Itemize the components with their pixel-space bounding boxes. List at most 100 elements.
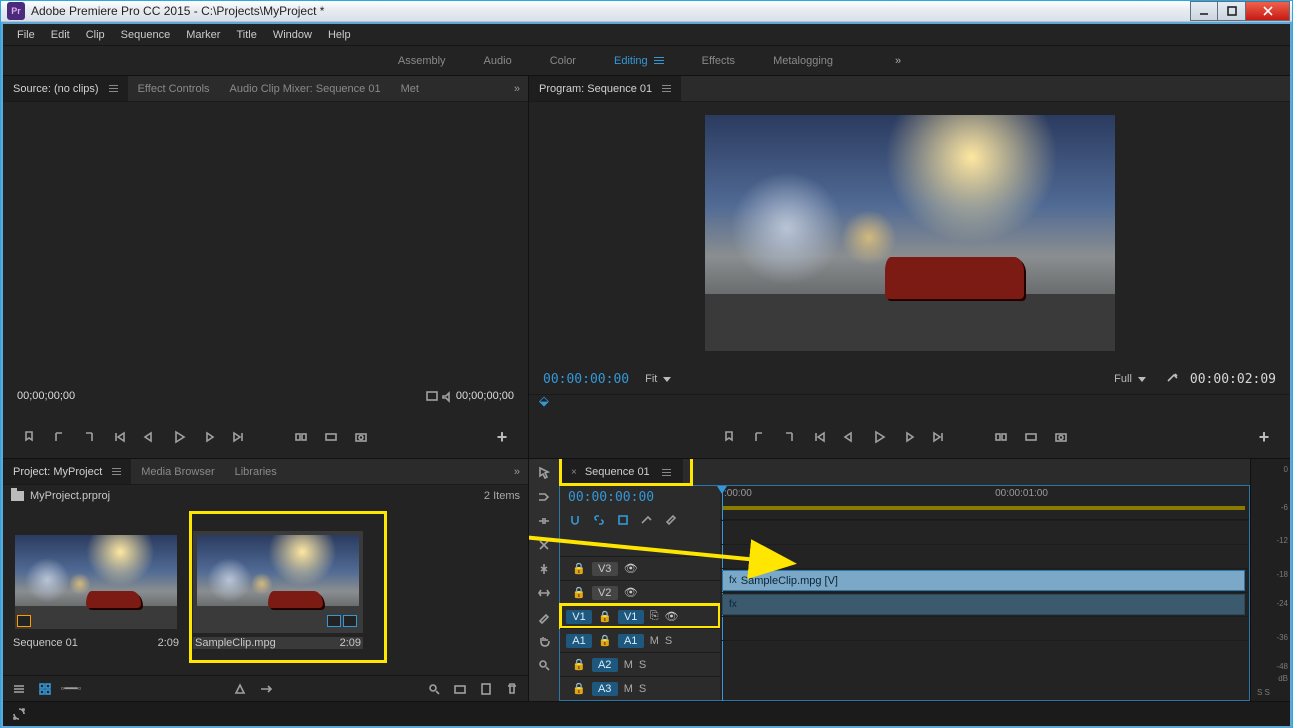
track-header-a1[interactable]: A1🔒A1MS: [560, 628, 720, 652]
mute-button[interactable]: M: [624, 659, 633, 671]
export-frame-icon[interactable]: [353, 429, 369, 445]
tab-media-browser[interactable]: Media Browser: [131, 459, 224, 484]
toggle-output-icon[interactable]: 👁: [665, 610, 679, 623]
workspace-assembly[interactable]: Assembly: [392, 51, 452, 71]
go-to-out-icon[interactable]: [231, 429, 247, 445]
track-header-a3[interactable]: 🔒A3MS: [560, 676, 720, 700]
resolution-select[interactable]: Full: [1114, 373, 1146, 385]
track-header-a2[interactable]: 🔒A2MS: [560, 652, 720, 676]
source-tc-right[interactable]: 00;00;00;00: [456, 390, 514, 402]
track-lane-a2[interactable]: [720, 616, 1249, 640]
lock-icon[interactable]: 🔒: [572, 682, 586, 695]
list-view-icon[interactable]: [11, 681, 27, 697]
lock-icon[interactable]: 🔒: [572, 586, 586, 599]
auto-match-icon[interactable]: [258, 681, 274, 697]
source-tc-left[interactable]: 00;00;00;00: [17, 390, 75, 402]
timeline-tracks-area[interactable]: :00:00 00:00:01:00 fxSampleClip.mpg [V]: [720, 486, 1249, 700]
linked-selection-icon[interactable]: [592, 513, 606, 530]
menu-window[interactable]: Window: [265, 26, 320, 44]
track-source-patch[interactable]: A1: [566, 634, 592, 648]
tab-metadata[interactable]: Met: [391, 76, 429, 101]
program-monitor[interactable]: [529, 102, 1290, 364]
workspace-overflow[interactable]: »: [865, 55, 901, 67]
drag-video-only-icon[interactable]: [424, 388, 440, 404]
menu-edit[interactable]: Edit: [43, 26, 78, 44]
icon-view-icon[interactable]: [37, 681, 53, 697]
panel-menu-icon[interactable]: [109, 85, 118, 92]
toggle-output-icon[interactable]: 👁: [624, 586, 638, 599]
workspace-effects[interactable]: Effects: [696, 51, 741, 71]
menu-file[interactable]: File: [9, 26, 43, 44]
find-icon[interactable]: [426, 681, 442, 697]
menu-marker[interactable]: Marker: [178, 26, 228, 44]
add-marker-icon[interactable]: [616, 513, 630, 530]
track-lane-v1[interactable]: fxSampleClip.mpg [V]: [720, 568, 1249, 592]
add-marker-icon[interactable]: [721, 429, 737, 445]
ripple-edit-icon[interactable]: [536, 513, 552, 529]
track-select-forward-icon[interactable]: [536, 489, 552, 505]
new-bin-icon[interactable]: [452, 681, 468, 697]
track-header-v3[interactable]: 🔒V3👁: [560, 556, 720, 580]
button-editor-icon[interactable]: +: [1256, 429, 1272, 445]
zoom-fit-select[interactable]: Fit: [645, 373, 671, 385]
track-lane-a3[interactable]: [720, 640, 1249, 664]
go-to-in-icon[interactable]: [111, 429, 127, 445]
track-source-patch[interactable]: V1: [566, 610, 592, 624]
solo-button[interactable]: S: [639, 659, 646, 671]
play-icon[interactable]: [171, 429, 187, 445]
timeline-tc[interactable]: 00:00:00:00: [560, 486, 720, 509]
panel-menu-icon[interactable]: [112, 468, 121, 475]
new-item-icon[interactable]: [478, 681, 494, 697]
mark-in-icon[interactable]: [51, 429, 67, 445]
track-header-v2[interactable]: 🔒V2👁: [560, 580, 720, 604]
button-editor-icon[interactable]: +: [494, 429, 510, 445]
source-monitor[interactable]: [3, 102, 528, 376]
overwrite-icon[interactable]: [323, 429, 339, 445]
pen-tool-icon[interactable]: [536, 609, 552, 625]
hand-tool-icon[interactable]: [536, 633, 552, 649]
slip-tool-icon[interactable]: [536, 585, 552, 601]
trash-icon[interactable]: [504, 681, 520, 697]
program-ruler[interactable]: ⬙: [529, 394, 1290, 416]
menu-clip[interactable]: Clip: [78, 26, 113, 44]
insert-icon[interactable]: [293, 429, 309, 445]
step-forward-icon[interactable]: [901, 429, 917, 445]
lock-icon[interactable]: 🔒: [598, 610, 612, 623]
settings-icon[interactable]: [1166, 371, 1180, 388]
solo-button[interactable]: S: [665, 635, 672, 647]
timeline-clip-video[interactable]: fxSampleClip.mpg [V]: [722, 570, 1245, 591]
workspace-audio[interactable]: Audio: [478, 51, 518, 71]
timeline-tab[interactable]: × Sequence 01: [559, 459, 683, 485]
solo-button[interactable]: S: [639, 683, 646, 695]
tab-libraries[interactable]: Libraries: [225, 459, 287, 484]
snap-icon[interactable]: [568, 513, 582, 530]
step-forward-icon[interactable]: [201, 429, 217, 445]
lock-icon[interactable]: 🔒: [572, 562, 586, 575]
tabs-overflow[interactable]: »: [506, 76, 528, 101]
workspace-metalogging[interactable]: Metalogging: [767, 51, 839, 71]
menu-help[interactable]: Help: [320, 26, 359, 44]
extract-icon[interactable]: [1023, 429, 1039, 445]
workspace-color[interactable]: Color: [544, 51, 582, 71]
playhead-icon[interactable]: ⬙: [539, 395, 549, 407]
timeline-ruler[interactable]: :00:00 00:00:01:00: [720, 486, 1249, 520]
workspace-editing[interactable]: Editing: [608, 51, 670, 71]
wrench-icon[interactable]: [664, 513, 678, 530]
bin-item-clip[interactable]: SampleClip.mpg2:09: [193, 531, 363, 649]
mark-out-icon[interactable]: [781, 429, 797, 445]
tabs-overflow[interactable]: »: [506, 459, 528, 484]
mute-button[interactable]: M: [624, 683, 633, 695]
mark-out-icon[interactable]: [81, 429, 97, 445]
mute-button[interactable]: M: [650, 635, 659, 647]
add-marker-icon[interactable]: [21, 429, 37, 445]
panel-menu-icon[interactable]: [662, 85, 671, 92]
go-to-out-icon[interactable]: [931, 429, 947, 445]
selection-tool-icon[interactable]: [536, 465, 552, 481]
audio-meter[interactable]: 0 -6 -12 -18 -24 -36 -48 dB S S: [1250, 459, 1290, 701]
track-lane-v2[interactable]: [720, 544, 1249, 568]
track-header-v1[interactable]: V1🔒V1⎘👁: [560, 604, 720, 628]
export-frame-icon[interactable]: [1053, 429, 1069, 445]
tab-program[interactable]: Program: Sequence 01: [529, 76, 681, 101]
menu-title[interactable]: Title: [228, 26, 264, 44]
sync-settings-icon[interactable]: [11, 706, 27, 722]
